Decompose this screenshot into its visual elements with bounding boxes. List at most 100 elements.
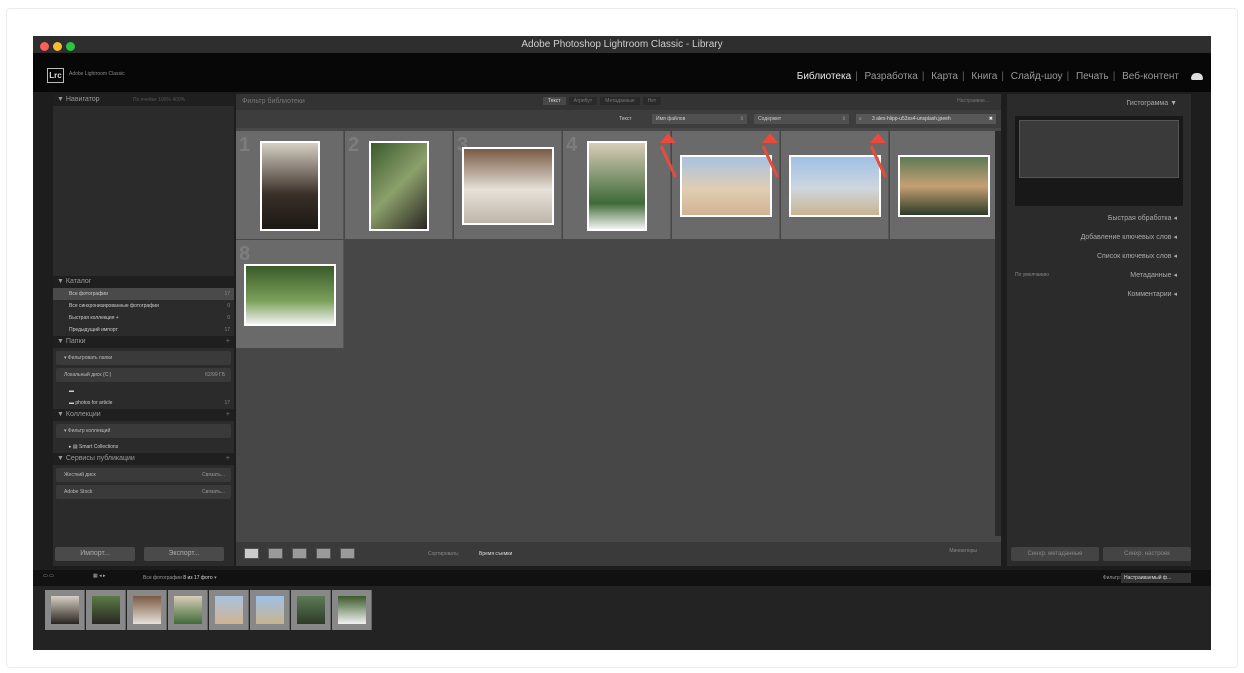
module-slideshow[interactable]: Слайд-шоу (1011, 71, 1063, 82)
monitor-icon[interactable]: ▭ ▭ (43, 573, 54, 579)
folders-header[interactable]: ▼ Папки + (53, 336, 234, 348)
title-bar: Adobe Photoshop Lightroom Classic - Libr… (33, 36, 1211, 53)
filmstrip-thumb[interactable] (332, 590, 372, 630)
window-title: Adobe Photoshop Lightroom Classic - Libr… (521, 39, 723, 50)
filter-title: Фильтр библиотеки (242, 98, 305, 105)
nav-arrows-icon[interactable]: ▦ ◂ ▸ (93, 573, 106, 579)
annotation-arrowhead (660, 133, 676, 143)
thumbnail-size-slider[interactable]: Миниатюры (949, 548, 977, 554)
grid-view-icon[interactable] (244, 548, 259, 559)
catalog-item-all[interactable]: Все фотографии 17 (53, 288, 234, 300)
module-web[interactable]: Веб-контент (1122, 71, 1179, 82)
histogram-header[interactable]: Гистограмма ▼ (1007, 94, 1191, 113)
text-filter-row: Текст Имя файлов ⇕ Содержит ⇕ ⌕ 3 alex-hlip… (236, 110, 1001, 128)
publish-header[interactable]: ▼ Сервисы публикации + (53, 453, 234, 465)
module-print[interactable]: Печать (1076, 71, 1109, 82)
filmstrip-thumb[interactable] (250, 590, 290, 630)
catalog-item-synced[interactable]: Все синхронизированные фотографии 0 (53, 300, 234, 312)
sync-metadata-button[interactable]: Синхр. метаданные (1011, 547, 1099, 561)
publish-adobestock[interactable]: Adobe Stock Связать... (56, 485, 231, 499)
minimize-button[interactable] (53, 42, 62, 51)
filter-tab-none[interactable]: Нет (642, 97, 662, 105)
sync-settings-button[interactable]: Синхр. настроек (1103, 547, 1191, 561)
catalog-item-previous[interactable]: Предыдущий импорт 17 (53, 324, 234, 336)
catalog-item-quick[interactable]: Быстрая коллекция +0 (53, 312, 234, 324)
lrc-logo: Lrc (47, 68, 64, 83)
smart-collections[interactable]: ▸ ▤ Smart Collections (53, 441, 234, 453)
zoom-button[interactable] (66, 42, 75, 51)
filmstrip-thumb[interactable] (86, 590, 126, 630)
identity-plate: Lrc Adobe Lightroom Classic Библиотека | … (33, 53, 1211, 92)
sort-dropdown[interactable]: Время съемки (479, 551, 512, 557)
search-icon: ⌕ (859, 116, 862, 122)
filter-tab-metadata[interactable]: Метаданные (600, 97, 640, 105)
grid-toolbar: Сортировать: Время съемки Миниатюры (236, 542, 1001, 566)
filmstrip-thumb[interactable] (291, 590, 331, 630)
cloud-icon[interactable] (1191, 73, 1203, 80)
module-map[interactable]: Карта (931, 71, 958, 82)
navigator-preview (53, 106, 234, 276)
metadata-header[interactable]: По умолчанию Метаданные ◂ (1007, 266, 1191, 285)
histogram (1015, 116, 1183, 206)
annotation-arrowhead (762, 133, 778, 143)
grid-cell[interactable]: 2 (345, 131, 453, 239)
grid-cell[interactable]: 1 (236, 131, 344, 239)
export-button[interactable]: Экспорт... (144, 547, 224, 561)
grid-cell[interactable] (890, 131, 998, 239)
folder-row[interactable]: ▬ (53, 385, 234, 397)
people-view-icon[interactable] (340, 548, 355, 559)
folders-filter[interactable]: ▾ Фильтровать папки (56, 351, 231, 365)
comments-header[interactable]: Комментарии ◂ (1007, 285, 1191, 304)
grid-cell[interactable]: 3 (454, 131, 562, 239)
metadata-preset: По умолчанию (1015, 272, 1049, 278)
sync-bar: Синхр. метаданные Синхр. настроек (1007, 542, 1191, 564)
filmstrip-thumb[interactable] (209, 590, 249, 630)
lightroom-window: Adobe Photoshop Lightroom Classic - Libr… (33, 36, 1211, 650)
filter-dropdown[interactable]: Настраиваемый ф... (1121, 573, 1191, 583)
library-filter-bar: Фильтр библиотеки Текст Атрибут Метаданные… (236, 94, 1001, 110)
collections-header[interactable]: ▼ Коллекции + (53, 409, 234, 421)
filmstrip-thumb[interactable] (45, 590, 85, 630)
catalog-header[interactable]: ▼ Каталог (53, 276, 234, 288)
filter-tab-text[interactable]: Текст (543, 97, 566, 105)
right-panel: Гистограмма ▼ Быстрая обработка ◂ Добавл… (1007, 94, 1191, 566)
publish-harddisk[interactable]: Жесткий диск Связать... (56, 468, 231, 482)
keywording-header[interactable]: Добавление ключевых слов ◂ (1007, 228, 1191, 247)
module-book[interactable]: Книга (971, 71, 997, 82)
import-export-bar: Импорт... Экспорт... (53, 542, 234, 564)
text-label: Текст (619, 116, 632, 122)
module-picker: Библиотека | Разработка | Карта | Книга | Сл… (796, 71, 1179, 82)
module-library[interactable]: Библиотека (797, 71, 851, 82)
disk-row[interactable]: Локальный диск (C:) 62/99 ГБ (56, 368, 231, 382)
rule-dropdown[interactable]: Содержит ⇕ (754, 114, 849, 124)
annotation-arrowhead (870, 133, 886, 143)
compare-view-icon[interactable] (292, 548, 307, 559)
sort-label: Сортировать: (428, 551, 460, 557)
close-button[interactable] (40, 42, 49, 51)
field-dropdown[interactable]: Имя файлов ⇕ (652, 114, 747, 124)
clear-icon[interactable]: ✖ (989, 114, 993, 124)
app-name: Adobe Lightroom Classic (69, 71, 125, 77)
filter-tab-attribute[interactable]: Атрибут (568, 97, 598, 105)
grid-view: Фильтр библиотеки Текст Атрибут Метаданные… (236, 94, 1001, 566)
filmstrip-thumb[interactable] (168, 590, 208, 630)
import-button[interactable]: Импорт... (55, 547, 135, 561)
grid-scrollbar[interactable] (995, 131, 1001, 536)
grid-cell[interactable]: 4 (563, 131, 671, 239)
collections-filter[interactable]: ▾ Фильтр коллекций (56, 424, 231, 438)
survey-view-icon[interactable] (316, 548, 331, 559)
filmstrip-thumb[interactable] (127, 590, 167, 630)
folder-photos[interactable]: ▬ photos for article 17 (53, 397, 234, 409)
loupe-view-icon[interactable] (268, 548, 283, 559)
navigator-header[interactable]: ▼ Навигатор По ячейке 100% 400% (53, 94, 234, 106)
keyword-list-header[interactable]: Список ключевых слов ◂ (1007, 247, 1191, 266)
filmstrip (33, 586, 1211, 650)
filter-presets[interactable]: Настраивае... (957, 98, 989, 104)
quick-develop-header[interactable]: Быстрая обработка ◂ (1007, 209, 1191, 228)
filmstrip-source[interactable]: Все фотографии 8 из 17 фото ▾ (143, 575, 217, 581)
search-field[interactable]: ⌕ 3 alex-hlipp-u53ss4-unsplash.jpeeh ✖ (856, 114, 996, 124)
grid-cell[interactable]: 8 (236, 240, 344, 348)
left-panel: ▼ Навигатор По ячейке 100% 400% ▼ Катало… (53, 94, 234, 566)
module-develop[interactable]: Разработка (865, 71, 918, 82)
filter-label: Фильтр: (1102, 575, 1121, 581)
